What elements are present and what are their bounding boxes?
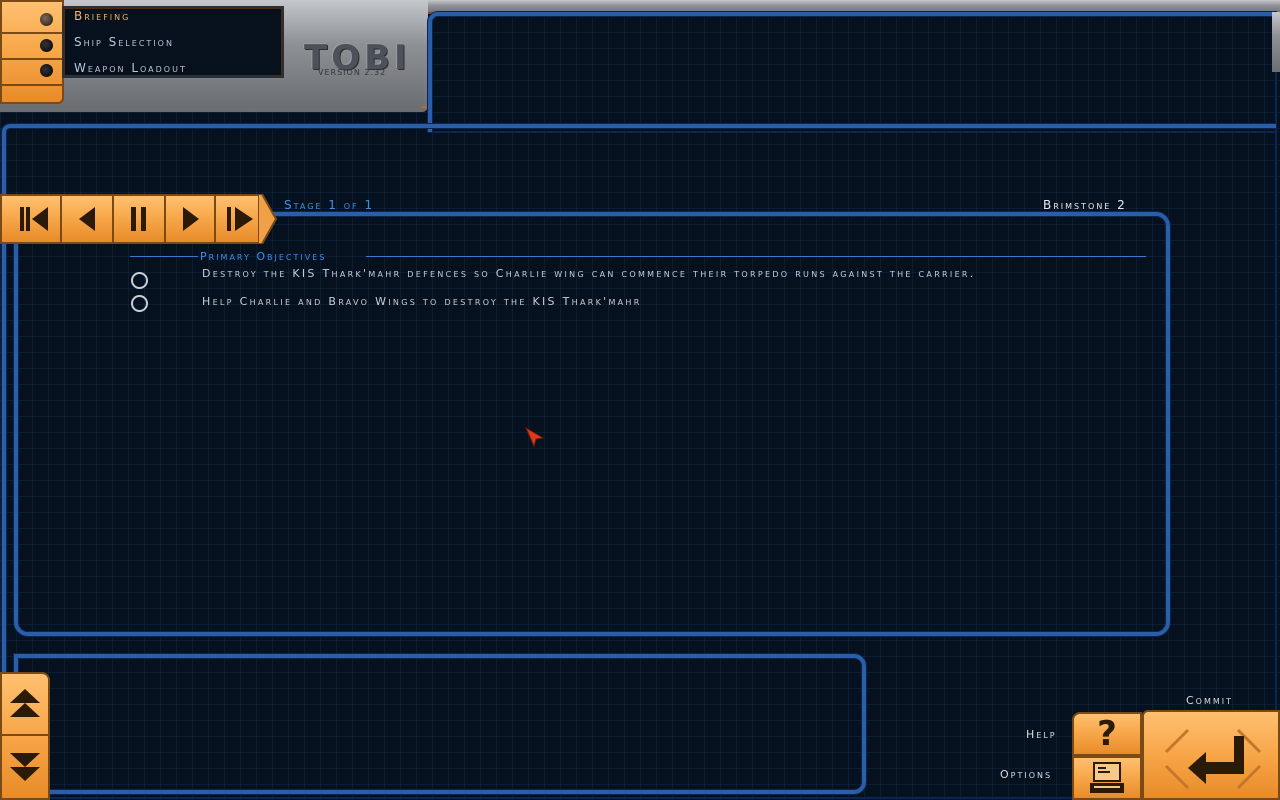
skip-to-end-button[interactable] xyxy=(214,194,266,244)
computer-icon xyxy=(1090,762,1124,793)
objectives-rule-left xyxy=(130,256,198,257)
next-button[interactable] xyxy=(164,194,216,244)
main-menu: Briefing Ship Selection Weapon Loadout xyxy=(62,6,284,78)
previous-icon xyxy=(79,207,95,231)
objective-status-icon xyxy=(131,295,148,312)
cursor-icon xyxy=(524,426,545,448)
scroll-down-button[interactable] xyxy=(0,736,50,796)
tab-divider xyxy=(2,84,64,86)
options-button[interactable] xyxy=(1072,756,1142,800)
menu-item-ship-selection[interactable]: Ship Selection xyxy=(74,35,174,49)
briefing-playback-controls xyxy=(0,194,278,244)
pause-icon xyxy=(131,207,146,231)
version-label: VERSION 2.32 xyxy=(318,68,387,77)
objective-item: Help Charlie and Bravo Wings to destroy … xyxy=(202,295,642,308)
menu-tabs xyxy=(0,0,64,104)
scroll-up-button[interactable] xyxy=(0,674,50,734)
message-panel xyxy=(14,654,866,794)
ship-callsign: Brimstone 2 xyxy=(1043,198,1127,212)
scroll-up-icon xyxy=(10,689,40,717)
tab-divider xyxy=(2,32,64,34)
outer-frame-upper xyxy=(428,12,1276,132)
scroll-down-icon xyxy=(10,753,40,781)
briefing-screen: Briefing Ship Selection Weapon Loadout T… xyxy=(0,0,1280,800)
tab-divider xyxy=(2,58,64,60)
pause-button[interactable] xyxy=(112,194,164,244)
objectives-heading: Primary Objectives xyxy=(200,250,327,263)
corner-control-panel: ? xyxy=(1070,710,1280,800)
help-button[interactable]: ? xyxy=(1072,712,1142,756)
objective-status-icon xyxy=(131,272,148,289)
menu-item-briefing[interactable]: Briefing xyxy=(74,9,130,23)
previous-button[interactable] xyxy=(60,194,112,244)
ship-selection-tab-indicator[interactable] xyxy=(40,39,53,52)
next-icon xyxy=(183,207,199,231)
options-label: Options xyxy=(1000,768,1053,781)
skip-to-end-icon xyxy=(227,207,253,231)
help-icon: ? xyxy=(1097,714,1117,754)
weapon-loadout-tab-indicator[interactable] xyxy=(40,64,53,77)
objective-item: Destroy the KIS Thark'mahr defences so C… xyxy=(202,267,976,280)
stage-indicator: Stage 1 of 1 xyxy=(284,198,375,212)
right-edge-plate xyxy=(1272,12,1280,72)
objectives-rule-right xyxy=(366,256,1146,257)
skip-to-start-button[interactable] xyxy=(8,194,60,244)
help-label: Help xyxy=(1026,728,1057,741)
menu-item-weapon-loadout[interactable]: Weapon Loadout xyxy=(74,61,187,75)
enter-arrow-icon xyxy=(1188,736,1244,784)
briefing-tab-indicator[interactable] xyxy=(40,13,53,26)
commit-button[interactable] xyxy=(1142,710,1280,800)
skip-to-start-icon xyxy=(20,207,48,231)
commit-label: Commit xyxy=(1186,694,1234,707)
